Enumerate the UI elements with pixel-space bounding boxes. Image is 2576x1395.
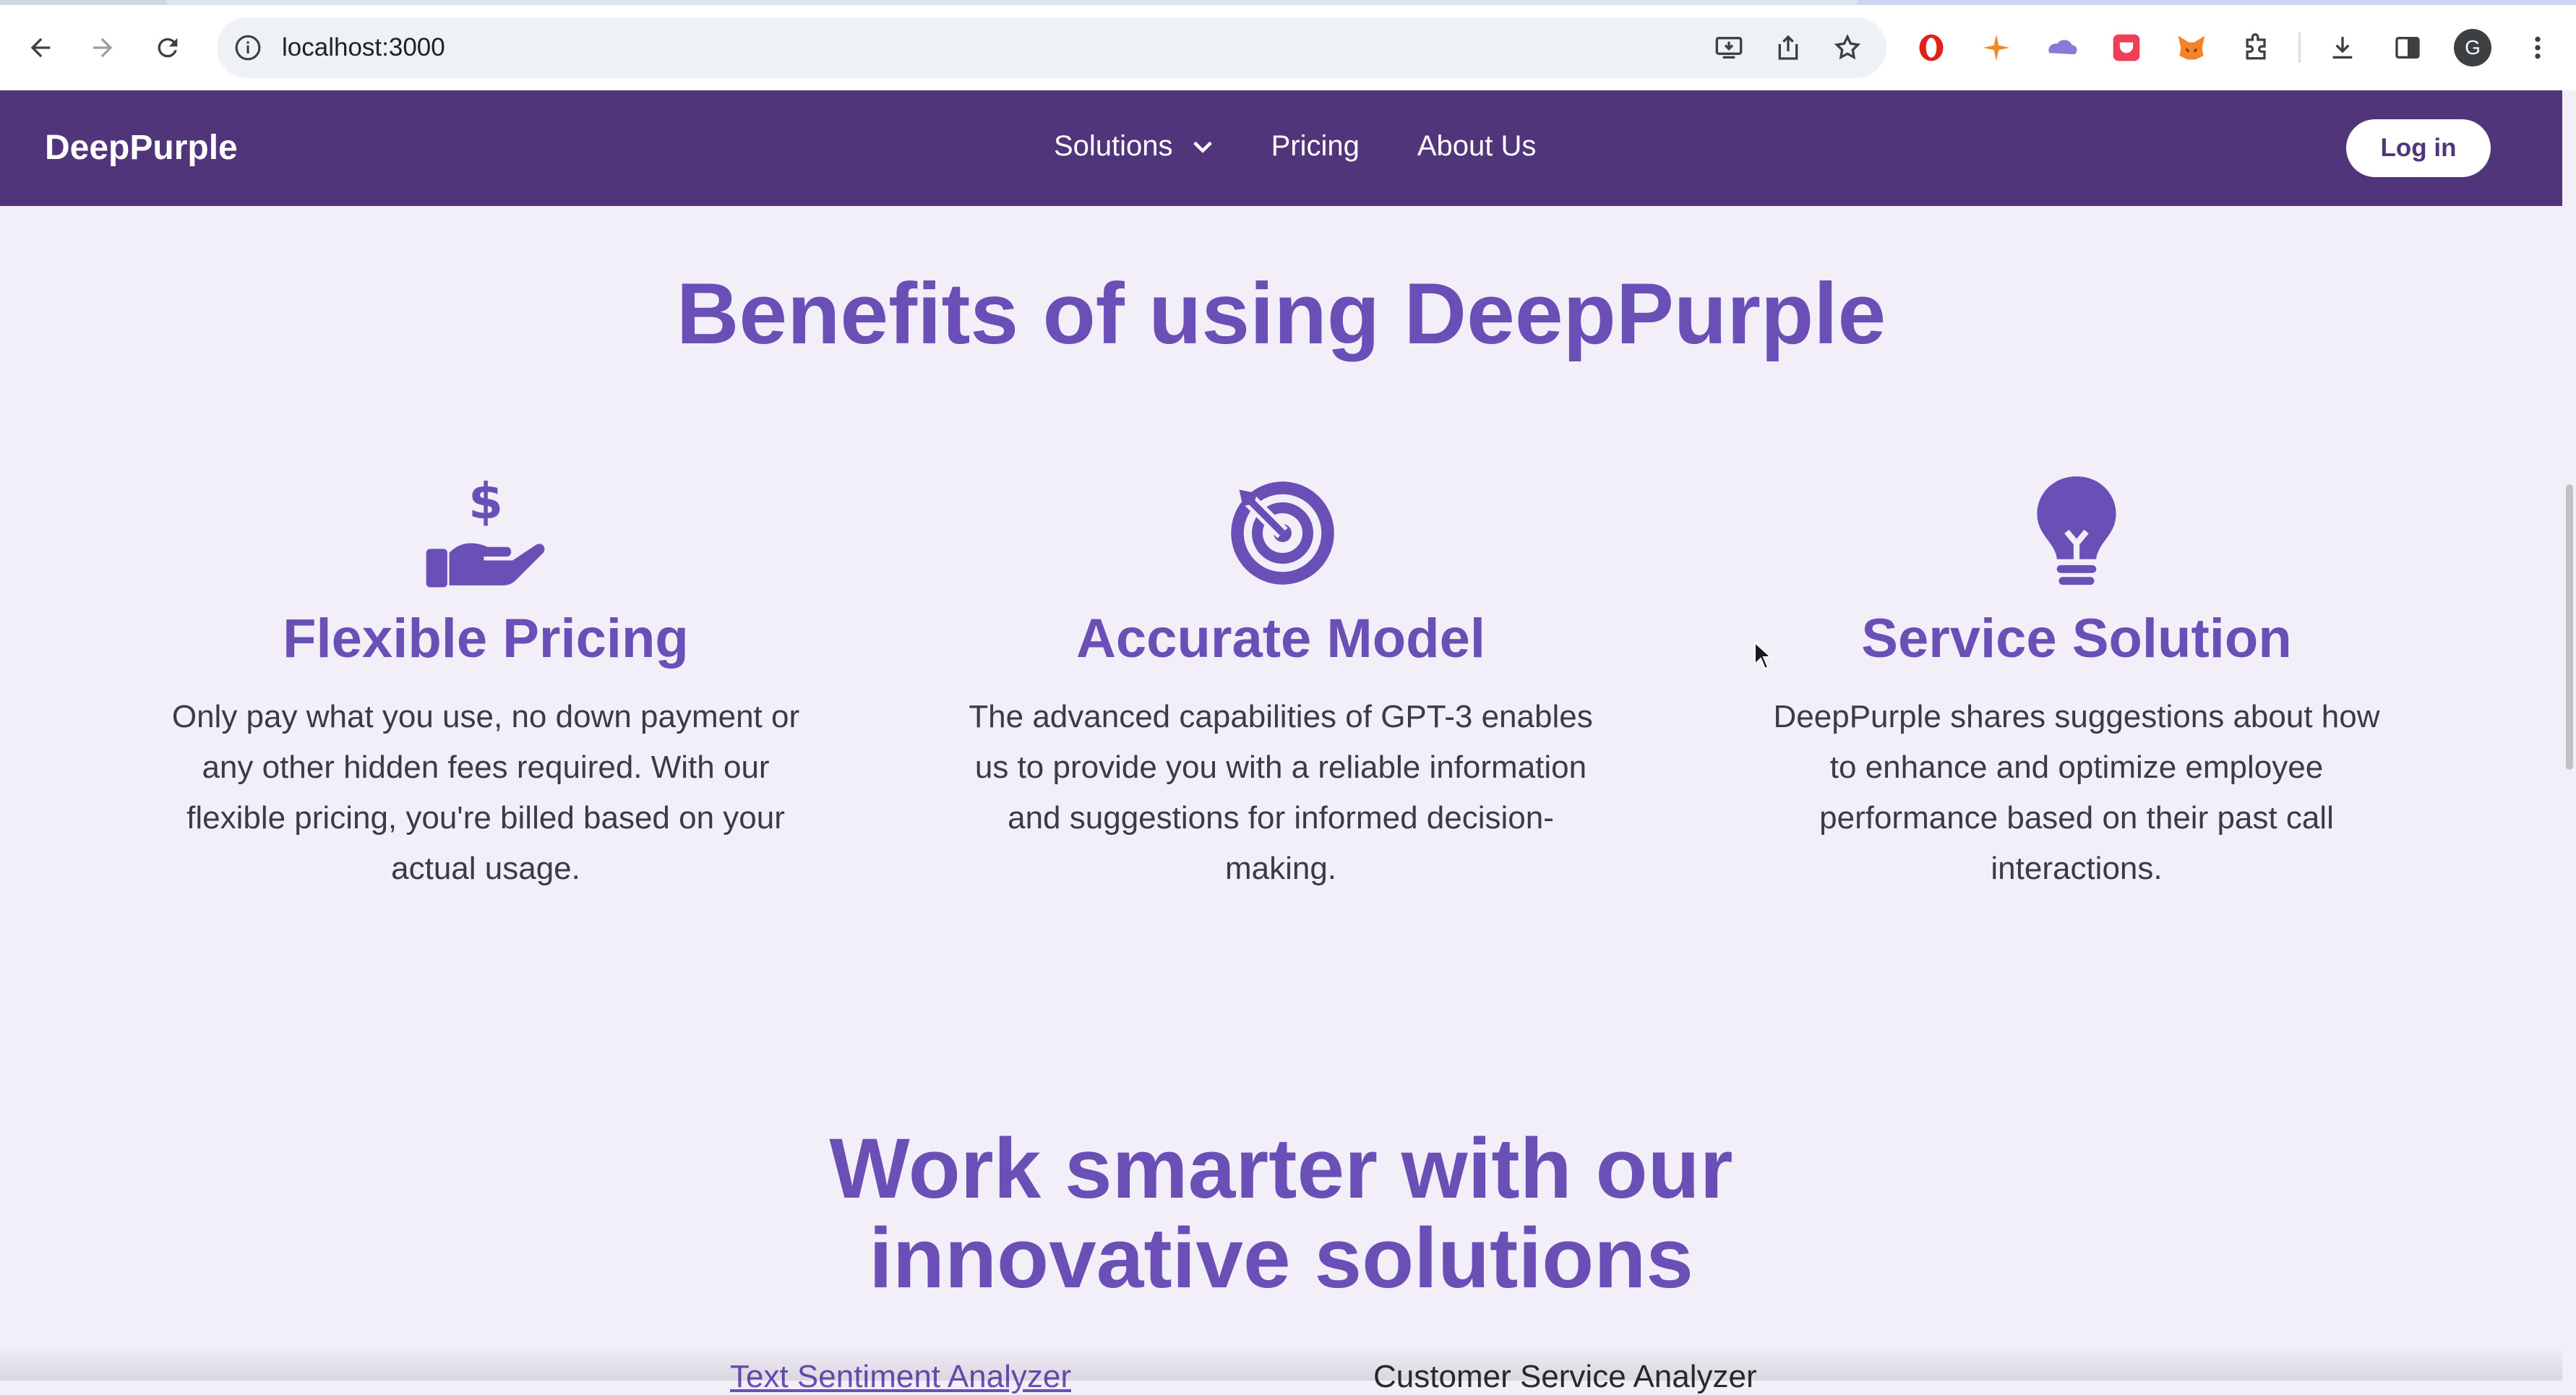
nav-pricing[interactable]: Pricing xyxy=(1271,130,1360,163)
benefit-text: Only pay what you use, no down payment o… xyxy=(171,699,800,886)
cloud-extension-icon[interactable] xyxy=(2038,26,2085,69)
nav-about-us[interactable]: About Us xyxy=(1417,130,1537,163)
sparkle-extension-icon[interactable] xyxy=(1973,26,2019,69)
reload-icon[interactable] xyxy=(146,26,189,69)
chevron-down-icon xyxy=(1193,141,1212,153)
brand-logo[interactable]: DeepPurple xyxy=(45,128,238,168)
login-button[interactable]: Log in xyxy=(2346,119,2491,177)
downloads-icon[interactable] xyxy=(2319,26,2366,69)
install-app-icon[interactable] xyxy=(1707,26,1751,69)
benefit-title: Accurate Model xyxy=(1076,608,1485,669)
benefit-service-solution: Service Solution DeepPurple shares sugge… xyxy=(1751,470,2402,894)
forward-icon[interactable] xyxy=(81,26,124,69)
benefit-title: Flexible Pricing xyxy=(283,608,689,669)
svg-text:$: $ xyxy=(468,472,503,530)
benefit-text: The advanced capabilities of GPT-3 enabl… xyxy=(969,699,1593,886)
extensions-bar: G xyxy=(1908,26,2576,69)
url-text[interactable]: localhost:3000 xyxy=(282,33,445,62)
omnibox-actions xyxy=(1707,26,1885,69)
share-icon[interactable] xyxy=(1766,26,1810,69)
target-icon xyxy=(956,470,1606,593)
hand-dollar-icon: $ xyxy=(160,470,811,593)
solutions-heading: Work smarter with our innovative solutio… xyxy=(0,1124,2562,1303)
tab-strip xyxy=(0,0,2576,5)
benefit-flexible-pricing: $ Flexible Pricing Only pay what you use… xyxy=(160,470,811,894)
toolbar-separator xyxy=(2298,33,2301,63)
profile-avatar[interactable]: G xyxy=(2450,26,2496,69)
benefits-heading: Benefits of using DeepPurple xyxy=(676,265,1886,362)
opera-extension-icon[interactable] xyxy=(1908,26,1954,69)
browser-menu-icon[interactable] xyxy=(2515,26,2561,69)
address-bar[interactable]: localhost:3000 xyxy=(217,17,1886,78)
site-header: DeepPurple Solutions Pricing About Us Lo… xyxy=(0,90,2562,206)
nav-solutions-label: Solutions xyxy=(1054,130,1173,162)
benefit-text: DeepPurple shares suggestions about how … xyxy=(1773,699,2380,886)
mouse-cursor-icon xyxy=(1753,640,1773,674)
extensions-puzzle-icon[interactable] xyxy=(2233,26,2280,69)
solutions-heading-line1: Work smarter with our xyxy=(829,1121,1733,1216)
lightbulb-icon xyxy=(1751,470,2402,593)
site-info-icon[interactable] xyxy=(228,28,267,67)
main-nav: Solutions Pricing About Us xyxy=(1054,130,1594,163)
solutions-heading-line2: innovative solutions xyxy=(869,1211,1693,1306)
benefit-accurate-model: Accurate Model The advanced capabilities… xyxy=(956,470,1606,894)
side-panel-icon[interactable] xyxy=(2384,26,2431,69)
nav-solutions[interactable]: Solutions xyxy=(1054,130,1214,163)
page-scrollbar-thumb[interactable] xyxy=(2566,484,2573,770)
pocket-extension-icon[interactable] xyxy=(2103,26,2150,69)
benefit-title: Service Solution xyxy=(1861,608,2292,669)
bookmark-star-icon[interactable] xyxy=(1826,26,1869,69)
metamask-fox-icon[interactable] xyxy=(2168,26,2215,69)
browser-toolbar: localhost:3000 G xyxy=(0,0,2576,90)
fold-shadow xyxy=(0,1344,2562,1381)
back-icon[interactable] xyxy=(19,26,62,69)
